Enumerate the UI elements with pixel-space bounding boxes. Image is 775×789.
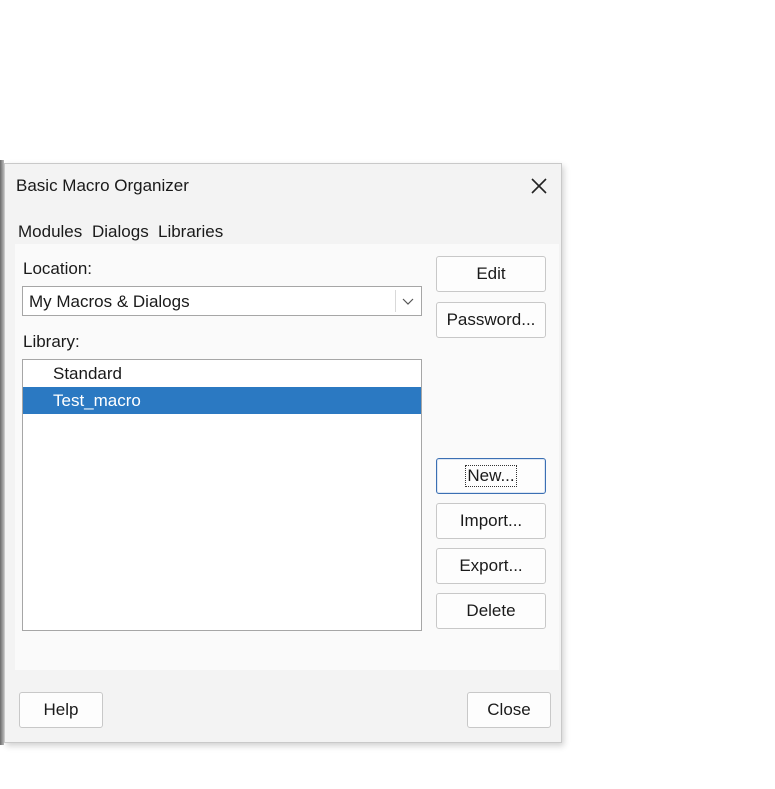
location-value: My Macros & Dialogs (29, 292, 190, 311)
libraries-panel: Location: My Macros & Dialogs Library: S… (15, 244, 559, 670)
help-button[interactable]: Help (19, 692, 103, 728)
import-button-label: Import... (459, 511, 523, 530)
delete-button-label: Delete (466, 601, 516, 620)
title-bar: Basic Macro Organizer (5, 164, 561, 208)
list-item-test-macro[interactable]: Test_macro (23, 387, 421, 414)
chevron-down-icon[interactable] (401, 295, 415, 307)
macro-organizer-dialog: Basic Macro Organizer Modules Dialogs Li… (4, 163, 562, 743)
library-label: Library: (23, 332, 80, 351)
tab-bar: Modules Dialogs Libraries (5, 208, 561, 244)
delete-button[interactable]: Delete (436, 593, 546, 629)
password-button-label: Password... (446, 310, 536, 329)
import-button[interactable]: Import... (436, 503, 546, 539)
location-label: Location: (23, 259, 92, 278)
library-list[interactable]: Standard Test_macro (22, 359, 422, 631)
close-button-label: Close (487, 700, 531, 719)
export-button[interactable]: Export... (436, 548, 546, 584)
tab-dialogs[interactable]: Dialogs (92, 222, 149, 242)
password-button[interactable]: Password... (436, 302, 546, 338)
tab-libraries[interactable]: Libraries (158, 222, 223, 242)
dropdown-separator (395, 290, 396, 312)
list-item-standard[interactable]: Standard (23, 360, 421, 387)
close-button[interactable]: Close (467, 692, 551, 728)
new-button[interactable]: New... (436, 458, 546, 494)
location-dropdown[interactable]: My Macros & Dialogs (22, 286, 422, 316)
new-button-label: New... (465, 465, 517, 487)
edit-button-label: Edit (476, 264, 506, 283)
tab-modules[interactable]: Modules (18, 222, 82, 242)
export-button-label: Export... (459, 556, 523, 575)
edit-button[interactable]: Edit (436, 256, 546, 292)
close-icon[interactable] (525, 172, 553, 200)
dialog-title: Basic Macro Organizer (16, 176, 189, 195)
help-button-label: Help (43, 700, 79, 719)
